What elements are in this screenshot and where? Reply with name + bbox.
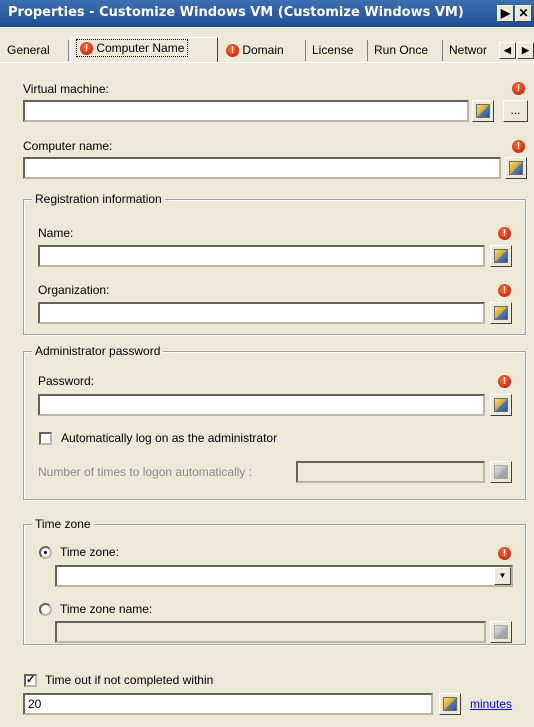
error-icon: ! bbox=[498, 547, 511, 560]
error-icon: ! bbox=[498, 227, 511, 240]
organization-label: Organization: bbox=[38, 283, 110, 297]
timezone-name-radio[interactable] bbox=[39, 603, 52, 616]
logon-times-properties-button[interactable] bbox=[490, 461, 512, 483]
autologon-label[interactable]: Automatically log on as the administrato… bbox=[61, 431, 277, 445]
tab-computer-name-label: Computer Name bbox=[96, 41, 185, 55]
properties-icon bbox=[494, 625, 508, 639]
computer-name-input[interactable] bbox=[23, 157, 501, 179]
password-label: Password: bbox=[38, 374, 95, 388]
help-button[interactable]: ▶ bbox=[497, 5, 514, 22]
timeout-properties-button[interactable] bbox=[439, 693, 461, 715]
tab-domain-label: Domain bbox=[242, 43, 284, 57]
title-bar: Properties - Customize Windows VM (Custo… bbox=[0, 0, 534, 27]
timeout-label[interactable]: Time out if not completed within bbox=[45, 673, 213, 687]
computer-name-properties-button[interactable] bbox=[505, 157, 527, 179]
tab-license-label: License bbox=[312, 43, 354, 57]
registration-group-title: Registration information bbox=[32, 192, 165, 206]
properties-icon bbox=[509, 161, 523, 175]
tab-domain[interactable]: ! Domain bbox=[221, 40, 306, 61]
registration-name-properties-button[interactable] bbox=[490, 245, 512, 267]
virtual-machine-properties-button[interactable] bbox=[472, 100, 494, 122]
tab-run-once[interactable]: Run Once bbox=[369, 40, 443, 61]
logon-times-input[interactable] bbox=[296, 461, 485, 483]
password-input[interactable] bbox=[38, 394, 485, 416]
timezone-select[interactable] bbox=[55, 565, 513, 587]
error-icon: ! bbox=[80, 42, 93, 56]
logon-times-label: Number of times to logon automatically : bbox=[38, 465, 253, 479]
timeout-checkbox[interactable]: ✓ bbox=[24, 674, 37, 687]
timezone-group-title: Time zone bbox=[32, 517, 94, 531]
computer-name-label: Computer name: bbox=[23, 139, 113, 153]
admin-password-group-title: Administrator password bbox=[32, 344, 164, 358]
minutes-link[interactable]: minutes bbox=[470, 697, 512, 711]
tab-network[interactable]: Networ bbox=[444, 40, 498, 61]
tab-scroll-left-button[interactable]: ◀ bbox=[499, 42, 516, 59]
error-icon: ! bbox=[512, 140, 525, 153]
registration-name-label: Name: bbox=[38, 226, 74, 240]
registration-name-input[interactable] bbox=[38, 245, 485, 267]
tab-license[interactable]: License bbox=[307, 40, 368, 61]
tab-general-label: General bbox=[7, 43, 50, 57]
tab-computer-name[interactable]: ! Computer Name bbox=[70, 37, 218, 62]
properties-icon bbox=[494, 306, 508, 320]
virtual-machine-browse-button[interactable]: ... bbox=[503, 100, 528, 122]
timezone-name-properties-button[interactable] bbox=[490, 621, 512, 643]
virtual-machine-label: Virtual machine: bbox=[23, 82, 109, 96]
timezone-radio-label[interactable]: Time zone: bbox=[60, 545, 119, 559]
error-icon: ! bbox=[498, 284, 511, 297]
timezone-radio[interactable] bbox=[39, 546, 52, 559]
tab-run-once-label: Run Once bbox=[374, 43, 429, 57]
tab-strip: General ! Computer Name ! Domain License… bbox=[0, 37, 534, 63]
timeout-input[interactable]: 20 bbox=[23, 693, 433, 715]
properties-icon bbox=[494, 249, 508, 263]
properties-icon bbox=[443, 697, 457, 711]
organization-properties-button[interactable] bbox=[490, 302, 512, 324]
close-button[interactable]: ✕ bbox=[515, 5, 532, 22]
error-icon: ! bbox=[226, 44, 239, 58]
autologon-checkbox[interactable] bbox=[39, 432, 52, 445]
tab-general[interactable]: General bbox=[2, 40, 69, 61]
error-icon: ! bbox=[512, 82, 525, 95]
virtual-machine-input[interactable] bbox=[23, 100, 469, 122]
properties-icon bbox=[494, 465, 508, 479]
timezone-name-input[interactable] bbox=[55, 621, 486, 643]
timezone-name-radio-label[interactable]: Time zone name: bbox=[60, 602, 152, 616]
error-icon: ! bbox=[498, 375, 511, 388]
organization-input[interactable] bbox=[38, 302, 485, 324]
properties-icon bbox=[494, 398, 508, 412]
tab-network-label: Networ bbox=[449, 43, 488, 57]
window-title: Properties - Customize Windows VM (Custo… bbox=[8, 5, 464, 20]
tab-scroll-right-button[interactable]: ▶ bbox=[517, 42, 534, 59]
chevron-down-icon[interactable]: ▼ bbox=[494, 567, 511, 585]
password-properties-button[interactable] bbox=[490, 394, 512, 416]
properties-icon bbox=[476, 104, 490, 118]
